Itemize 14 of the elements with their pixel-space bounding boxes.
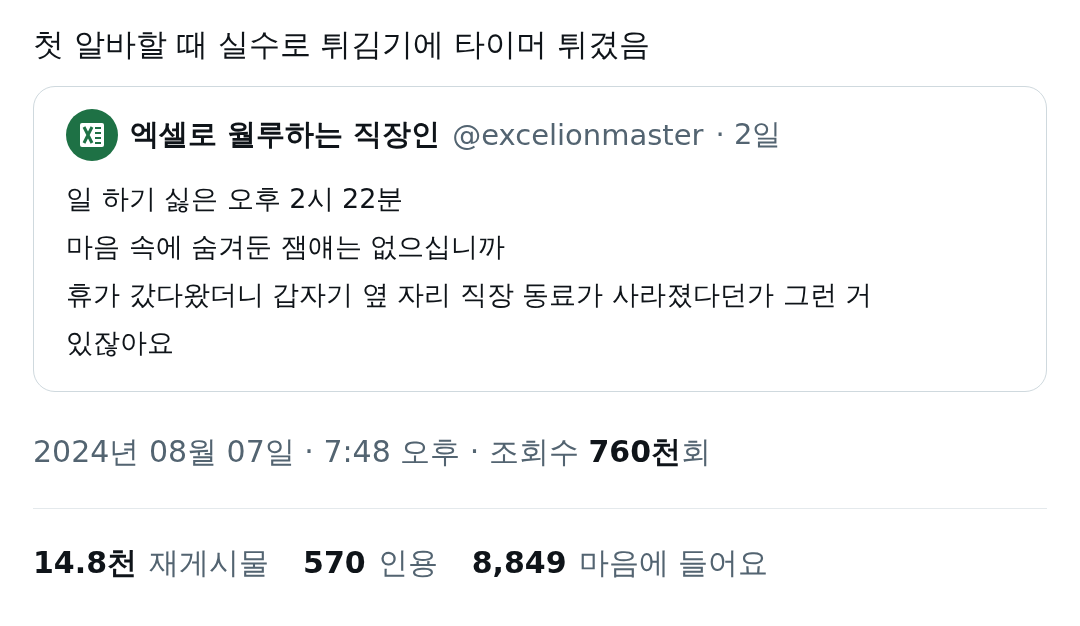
quote-text: 마음 속에 숨겨둔 잼얘는 없으십니까 (66, 230, 507, 264)
quote-text: 있잖아요 (66, 326, 175, 360)
stat-link[interactable]: 8,849 마음에 들어요 (471, 543, 769, 584)
post-time: · 2일 (715, 116, 782, 153)
post-meta: 2024년 08월 07일 · 7:48 오후 · 조회수 760천회 (33, 433, 713, 471)
author-handle[interactable]: @excelionmaster (452, 118, 704, 152)
stat-link[interactable]: 570 인용 (303, 543, 438, 584)
spreadsheet-logo-icon (66, 109, 118, 161)
quote-card[interactable]: 엑셀로 월루하는 직장인 @excelionmaster · 2일 일 하기 싫은 오후 2시 22분 마음 속에 숨겨둔 잼얘는 없으십니까 휴가 갔다왔더니 갑자기 옆 자리 직장 동료가 사라졌다던가 그런 거 있잖아요 (33, 86, 1047, 392)
quote-text: 휴가 갔다왔더니 갑자기 옆 자리 직장 동료가 사라졌다던가 그런 거 (66, 278, 874, 312)
quote-text: 일 하기 싫은 오후 2시 22분 (66, 182, 405, 216)
author-name[interactable]: 엑셀로 월루하는 직장인 (130, 115, 441, 155)
stat-link[interactable]: 14.8천 재게시물 (33, 543, 270, 584)
post-text: 첫 알바할 때 실수로 튀김기에 타이머 튀겼음 (33, 25, 652, 64)
